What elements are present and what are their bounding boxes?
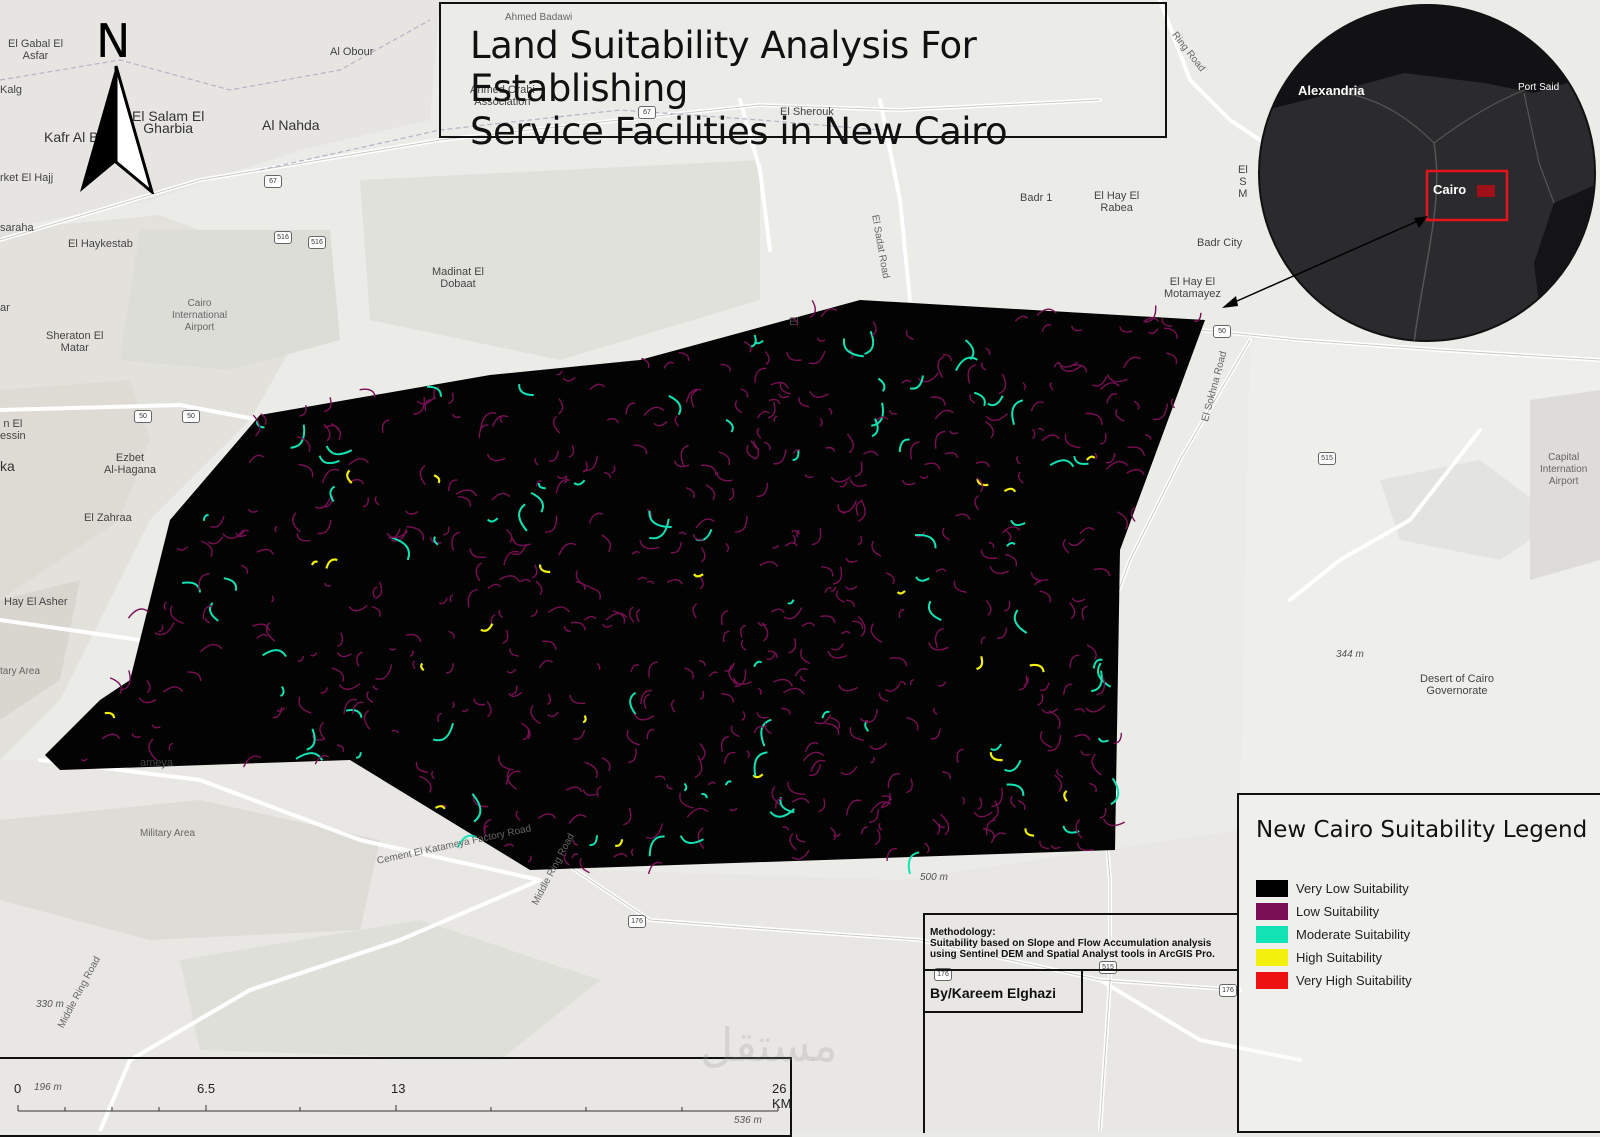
map-label: Badr City	[1197, 237, 1243, 249]
map-title-box: Land Suitability Analysis For Establishi…	[439, 2, 1167, 153]
legend-swatch	[1256, 949, 1288, 966]
map-label: Kalg	[0, 84, 23, 96]
map-label: El Haykestab	[68, 238, 133, 250]
scale-label-6-5: 6.5	[197, 1081, 216, 1096]
watermark: مستقل	[700, 1018, 838, 1072]
map-label: 330 m	[36, 999, 64, 1010]
map-label: saraha	[0, 222, 34, 234]
scale-bar-ruler	[17, 1105, 779, 1112]
legend-swatch	[1256, 903, 1288, 920]
map-label: Badr 1	[1020, 192, 1053, 204]
map-label: 344 m	[1336, 649, 1364, 660]
map-label: Al Obour	[330, 46, 374, 58]
map-title-line2: Service Facilities in New Cairo	[470, 110, 1008, 153]
road-shield: 515	[1318, 452, 1336, 465]
scale-label-13: 13	[391, 1081, 406, 1096]
author-credit: By/Kareem Elghazi	[930, 985, 1057, 1001]
map-label: Desert of Cairo Governorate	[1420, 673, 1494, 697]
legend-swatch	[1256, 926, 1288, 943]
map-label: n El essin	[0, 418, 26, 442]
map-title-line1: Land Suitability Analysis For Establishi…	[470, 24, 977, 110]
road-shield: 50	[1213, 325, 1231, 338]
map-label: rket El Hajj	[0, 172, 54, 184]
legend-item-moderate: Moderate Suitability	[1256, 926, 1410, 943]
legend-item-very-low: Very Low Suitability	[1256, 880, 1409, 897]
scale-label-0: 0	[14, 1081, 22, 1096]
legend-item-very-high: Very High Suitability	[1256, 972, 1412, 989]
road-shield: 516	[274, 231, 292, 244]
map-label: El Zahraa	[84, 512, 132, 524]
methodology-heading: Methodology:	[930, 927, 996, 938]
map-label: Military Area	[140, 828, 196, 839]
legend-title: New Cairo Suitability Legend	[1256, 817, 1588, 843]
scale-bar: 0 6.5 13 26 KM	[0, 1057, 792, 1137]
map-label: ka	[0, 458, 15, 474]
north-arrow: N	[72, 14, 162, 194]
map-label: Madinat El Dobaat	[432, 266, 484, 290]
map-label: Cairo International Airport	[172, 298, 228, 333]
map-label: El S M	[1238, 164, 1248, 200]
road-shield: 67	[264, 175, 282, 188]
road-shield: 50	[182, 410, 200, 423]
map-label: tary Area	[0, 666, 41, 677]
road-shield: 176	[628, 915, 646, 928]
map-label: ar	[0, 302, 10, 314]
methodology-text: Methodology: Suitability based on Slope …	[930, 927, 1215, 960]
inset-label-cairo: Cairo	[1433, 182, 1466, 197]
map-label: El	[789, 316, 799, 328]
legend: New Cairo Suitability Legend Very Low Su…	[1237, 793, 1600, 1133]
legend-item-high: High Suitability	[1256, 949, 1382, 966]
methodology-line1: Suitability based on Slope and Flow Accu…	[930, 938, 1212, 949]
inset-label-port-said: Port Said	[1518, 82, 1559, 93]
map-label: Ezbet Al-Hagana	[104, 452, 156, 476]
road-shield: 50	[134, 410, 152, 423]
legend-swatch	[1256, 972, 1288, 989]
map-label: Sheraton El Matar	[46, 330, 104, 354]
inset-locator-map[interactable]: Alexandria Port Said Cairo	[1254, 3, 1600, 343]
map-label: El Gabal El Asfar	[8, 38, 64, 62]
legend-item-low: Low Suitability	[1256, 903, 1379, 920]
map-title: Land Suitability Analysis For Establishi…	[470, 24, 1165, 153]
inset-label-alexandria: Alexandria	[1298, 83, 1365, 98]
map-label: ameya	[140, 757, 174, 769]
map-label: El Hay El Motamayez	[1164, 276, 1221, 300]
author-box: By/Kareem Elghazi	[923, 969, 1083, 1013]
methodology-line2: using Sentinel DEM and Spatial Analyst t…	[930, 949, 1215, 960]
map-label: Capital Internation Airport	[1540, 452, 1588, 487]
north-arrow-icon	[80, 65, 155, 194]
map-label: El Hay El Rabea	[1094, 190, 1140, 214]
inset-study-area	[1477, 185, 1495, 197]
legend-swatch	[1256, 880, 1288, 897]
road-shield: 516	[308, 236, 326, 249]
methodology-box: Methodology: Suitability based on Slope …	[923, 913, 1239, 971]
map-label: Hay El Asher	[4, 596, 68, 608]
map-label: 500 m	[920, 872, 948, 883]
map-label: Al Nahda	[262, 117, 320, 133]
